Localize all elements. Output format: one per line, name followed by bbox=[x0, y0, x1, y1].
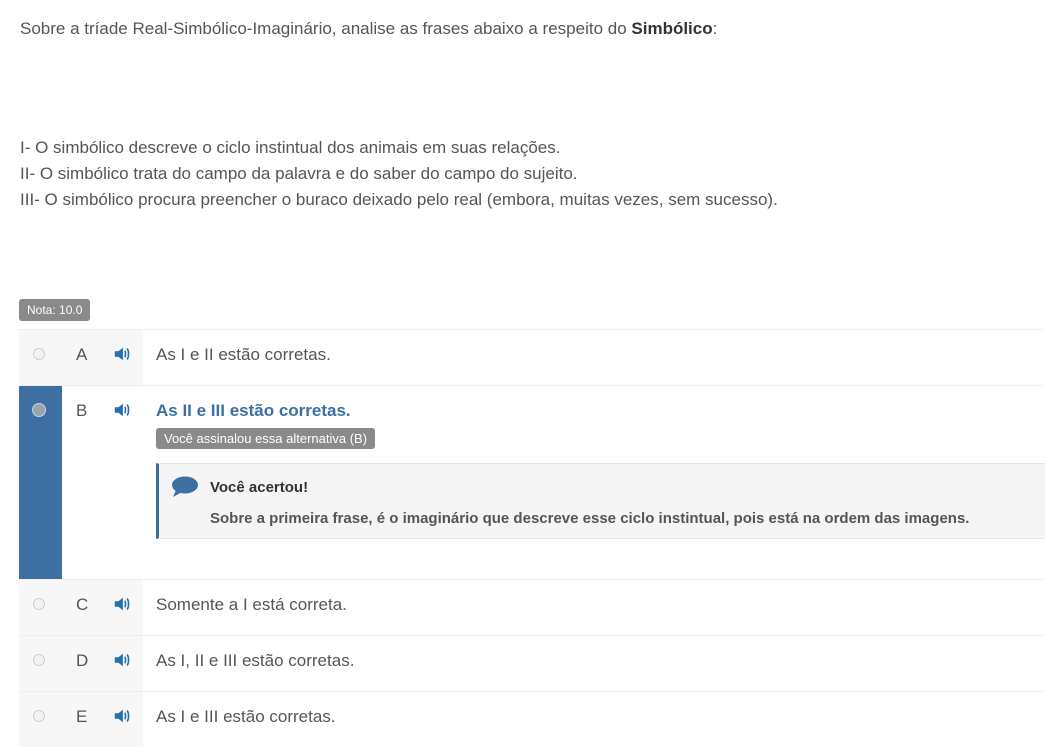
option-c-letter: C bbox=[76, 595, 89, 614]
selected-badge: Você assinalou essa alternativa (B) bbox=[156, 428, 376, 449]
option-e-radio[interactable] bbox=[33, 710, 45, 722]
option-e-text[interactable]: As I e III estão corretas. bbox=[156, 707, 336, 727]
option-d-radio[interactable] bbox=[33, 654, 45, 666]
speaker-icon[interactable] bbox=[113, 595, 131, 613]
option-c-radio[interactable] bbox=[33, 598, 45, 610]
option-b[interactable]: B As II e III estão corretas. Você assin… bbox=[19, 385, 1045, 579]
feedback-box: Você acertou! Sobre a primeira frase, é … bbox=[156, 463, 1045, 539]
statement-list: I- O simbólico descreve o ciclo instintu… bbox=[20, 135, 778, 213]
feedback-title: Você acertou! bbox=[210, 479, 309, 496]
speaker-icon[interactable] bbox=[113, 401, 131, 419]
statement-1: I- O simbólico descreve o ciclo instintu… bbox=[20, 138, 561, 157]
question-intro-bold: Simbólico bbox=[631, 19, 713, 38]
option-a-letter: A bbox=[76, 345, 88, 364]
grade-badge: Nota: 10.0 bbox=[19, 299, 91, 321]
option-d-text[interactable]: As I, II e III estão corretas. bbox=[156, 651, 354, 671]
option-e[interactable]: E As I e III estão corretas. bbox=[19, 691, 1045, 747]
feedback-body: Sobre a primeira frase, é o imaginário q… bbox=[210, 510, 970, 527]
option-c-text[interactable]: Somente a I está correta. bbox=[156, 595, 347, 615]
option-b-radio[interactable] bbox=[32, 403, 46, 417]
comment-bubble-icon bbox=[172, 476, 198, 497]
option-a-text[interactable]: As I e II estão corretas. bbox=[156, 345, 331, 365]
option-b-letter: B bbox=[76, 401, 88, 420]
speaker-icon[interactable] bbox=[113, 345, 131, 363]
speaker-icon[interactable] bbox=[113, 707, 131, 725]
option-d-letter: D bbox=[76, 651, 89, 670]
statement-3: III- O simbólico procura preencher o bur… bbox=[20, 190, 778, 209]
option-e-letter: E bbox=[76, 707, 88, 726]
option-c[interactable]: C Somente a I está correta. bbox=[19, 579, 1045, 635]
question-intro: Sobre a tríade Real-Simbólico-Imaginário… bbox=[20, 18, 1030, 40]
speaker-icon[interactable] bbox=[113, 651, 131, 669]
option-a[interactable]: A As I e II estão corretas. bbox=[19, 329, 1045, 385]
option-b-text[interactable]: As II e III estão corretas. bbox=[156, 401, 351, 421]
option-d[interactable]: D As I, II e III estão corretas. bbox=[19, 635, 1045, 691]
answer-options: A As I e II estão corretas. B As II e II… bbox=[19, 329, 1045, 747]
question-text: Sobre a tríade Real-Simbólico-Imaginário… bbox=[20, 18, 1030, 40]
option-a-radio[interactable] bbox=[33, 348, 45, 360]
question-intro-prefix: Sobre a tríade Real-Simbólico-Imaginário… bbox=[20, 19, 632, 38]
question-intro-suffix: : bbox=[712, 19, 718, 38]
statement-2: II- O simbólico trata do campo da palavr… bbox=[20, 164, 578, 183]
